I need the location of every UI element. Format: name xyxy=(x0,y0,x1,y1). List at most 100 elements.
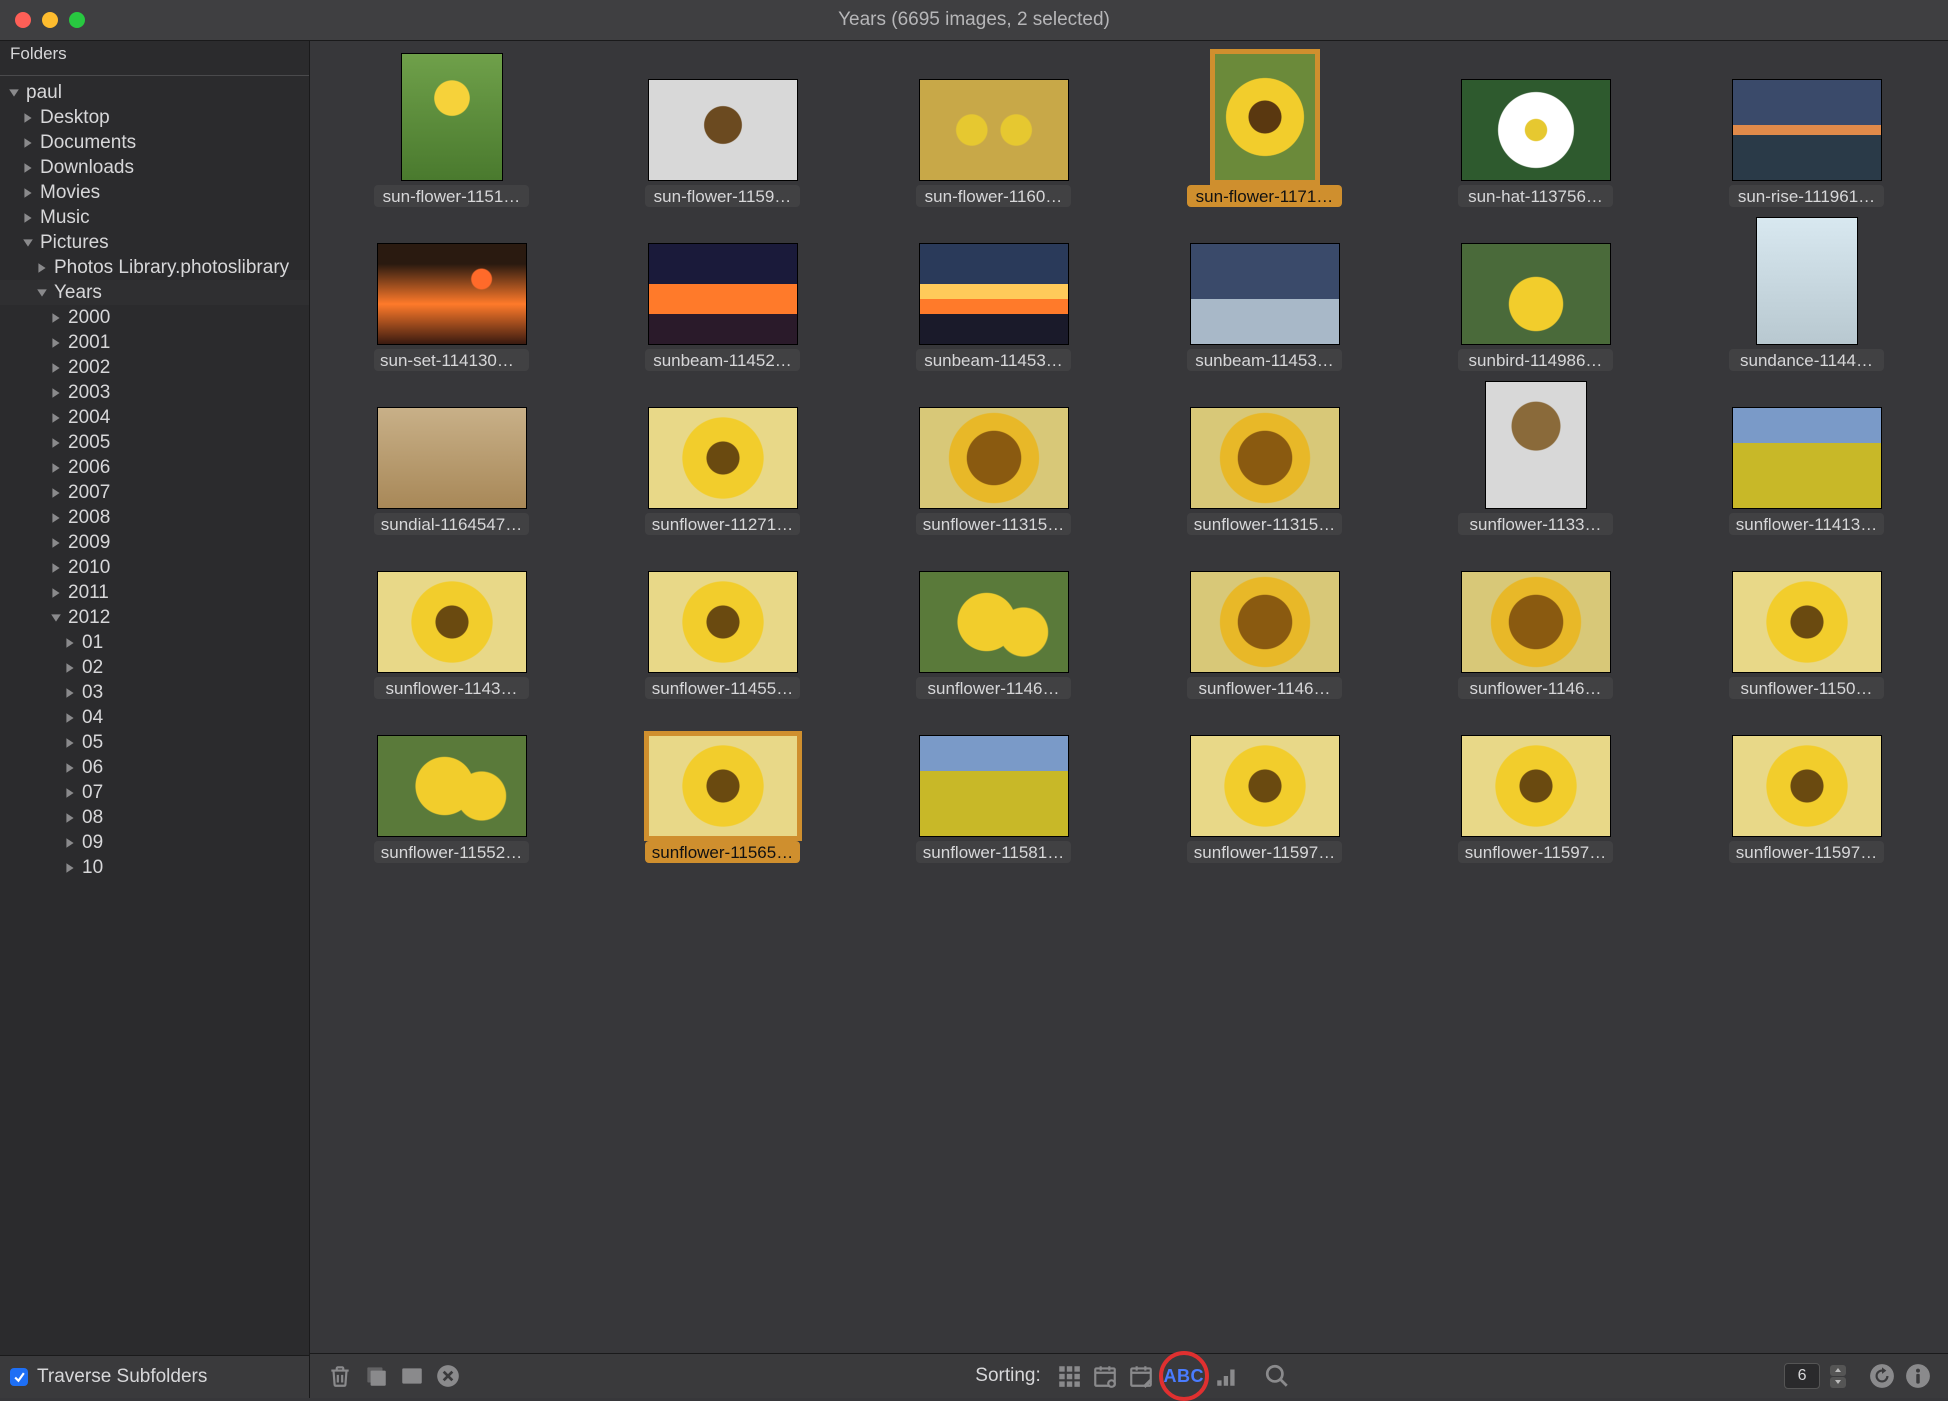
thumbnail-cell[interactable]: sunbeam-11453… xyxy=(1135,219,1394,371)
chevron-right-icon[interactable] xyxy=(50,487,62,499)
chevron-right-icon[interactable] xyxy=(50,412,62,424)
tree-item[interactable]: paul xyxy=(0,80,309,105)
thumbnail-cell[interactable]: sunflower-11455… xyxy=(593,547,852,699)
thumbnail-cell[interactable]: sun-flower-1159… xyxy=(593,55,852,207)
thumbnail-cell[interactable]: sundial-1164547… xyxy=(322,383,581,535)
tree-item[interactable]: 09 xyxy=(0,830,309,855)
chevron-right-icon[interactable] xyxy=(64,662,76,674)
chevron-right-icon[interactable] xyxy=(64,687,76,699)
chevron-down-icon[interactable] xyxy=(50,612,62,624)
chevron-right-icon[interactable] xyxy=(64,712,76,724)
sort-name-icon[interactable]: ABC xyxy=(1170,1362,1198,1390)
thumbnail-image[interactable] xyxy=(648,407,798,509)
refresh-icon[interactable] xyxy=(1868,1362,1896,1390)
tree-item[interactable]: 03 xyxy=(0,680,309,705)
sort-size-icon[interactable] xyxy=(1213,1362,1241,1390)
thumbnail-grid-scroll[interactable]: sun-flower-1151…sun-flower-1159…sun-flow… xyxy=(310,41,1948,1353)
info-icon[interactable] xyxy=(1904,1362,1932,1390)
thumbnail-cell[interactable]: sunflower-11315… xyxy=(1135,383,1394,535)
thumbnail-cell[interactable]: sun-rise-111961… xyxy=(1677,55,1936,207)
trash-icon[interactable] xyxy=(326,1362,354,1390)
sort-date-taken-icon[interactable] xyxy=(1091,1362,1119,1390)
thumbnail-image[interactable] xyxy=(1190,243,1340,345)
chevron-down-icon[interactable] xyxy=(36,287,48,299)
thumbnail-image[interactable] xyxy=(1190,407,1340,509)
thumbnail-image[interactable] xyxy=(648,571,798,673)
thumbnail-cell[interactable]: sun-flower-1151… xyxy=(322,55,581,207)
tree-item[interactable]: 2011 xyxy=(0,580,309,605)
thumbnail-cell[interactable]: sun-hat-113756… xyxy=(1406,55,1665,207)
thumbnail-cell[interactable]: sunflower-1146… xyxy=(1406,547,1665,699)
chevron-right-icon[interactable] xyxy=(50,512,62,524)
tree-item[interactable]: Pictures xyxy=(0,230,309,255)
thumbnail-image[interactable] xyxy=(377,407,527,509)
stack-icon[interactable] xyxy=(362,1362,390,1390)
thumbnail-image[interactable] xyxy=(1214,53,1316,181)
thumbnail-cell[interactable]: sunflower-11581… xyxy=(864,711,1123,863)
chevron-right-icon[interactable] xyxy=(36,262,48,274)
thumbnail-image[interactable] xyxy=(401,53,503,181)
chevron-right-icon[interactable] xyxy=(22,137,34,149)
chevron-right-icon[interactable] xyxy=(50,387,62,399)
thumbnail-image[interactable] xyxy=(1756,217,1858,345)
chevron-right-icon[interactable] xyxy=(64,737,76,749)
tree-item[interactable]: 2002 xyxy=(0,355,309,380)
sort-grid-icon[interactable] xyxy=(1055,1362,1083,1390)
zoom-window-button[interactable] xyxy=(69,12,85,28)
thumbnail-image[interactable] xyxy=(1732,407,1882,509)
chevron-right-icon[interactable] xyxy=(50,462,62,474)
thumbnail-image[interactable] xyxy=(377,571,527,673)
sort-date-modified-icon[interactable] xyxy=(1127,1362,1155,1390)
thumbnail-image[interactable] xyxy=(1732,571,1882,673)
fullscreen-icon[interactable] xyxy=(398,1362,426,1390)
chevron-right-icon[interactable] xyxy=(64,787,76,799)
tree-item[interactable]: 2009 xyxy=(0,530,309,555)
thumbnail-cell[interactable]: sunflower-11271… xyxy=(593,383,852,535)
thumbnail-cell[interactable]: sun-set-1141301… xyxy=(322,219,581,371)
folder-tree[interactable]: paulDesktopDocumentsDownloadsMoviesMusic… xyxy=(0,76,309,1355)
thumbnail-cell[interactable]: sunbeam-11452… xyxy=(593,219,852,371)
tree-item[interactable]: 05 xyxy=(0,730,309,755)
chevron-right-icon[interactable] xyxy=(22,187,34,199)
chevron-right-icon[interactable] xyxy=(50,437,62,449)
chevron-right-icon[interactable] xyxy=(64,812,76,824)
tree-item[interactable]: Desktop xyxy=(0,105,309,130)
chevron-right-icon[interactable] xyxy=(50,312,62,324)
thumbnail-image[interactable] xyxy=(919,79,1069,181)
thumbnail-cell[interactable]: sunflower-1150… xyxy=(1677,547,1936,699)
search-icon[interactable] xyxy=(1263,1362,1291,1390)
thumbnail-image[interactable] xyxy=(919,407,1069,509)
chevron-down-icon[interactable] xyxy=(8,87,20,99)
chevron-right-icon[interactable] xyxy=(22,162,34,174)
thumbnail-cell[interactable]: sunflower-1146… xyxy=(1135,547,1394,699)
thumbnail-image[interactable] xyxy=(1732,735,1882,837)
tree-item[interactable]: 2006 xyxy=(0,455,309,480)
thumbnail-cell[interactable]: sunflower-1133… xyxy=(1406,383,1665,535)
thumbnail-cell[interactable]: sunflower-11565… xyxy=(593,711,852,863)
thumbnail-cell[interactable]: sunflower-1146… xyxy=(864,547,1123,699)
tree-item[interactable]: Downloads xyxy=(0,155,309,180)
thumbnail-image[interactable] xyxy=(919,571,1069,673)
cancel-icon[interactable] xyxy=(434,1362,462,1390)
thumbnail-image[interactable] xyxy=(648,79,798,181)
thumbnail-image[interactable] xyxy=(1190,571,1340,673)
traverse-subfolders-checkbox[interactable] xyxy=(10,1368,28,1386)
thumbnail-image[interactable] xyxy=(1732,79,1882,181)
tree-item[interactable]: 10 xyxy=(0,855,309,880)
thumbnail-image[interactable] xyxy=(1190,735,1340,837)
chevron-right-icon[interactable] xyxy=(50,362,62,374)
tree-item[interactable]: Years xyxy=(0,280,309,305)
thumbnail-cell[interactable]: sunflower-1143… xyxy=(322,547,581,699)
tree-item[interactable]: Photos Library.photoslibrary xyxy=(0,255,309,280)
tree-item[interactable]: Movies xyxy=(0,180,309,205)
tree-item[interactable]: 07 xyxy=(0,780,309,805)
thumbnail-image[interactable] xyxy=(919,243,1069,345)
tree-item[interactable]: 2004 xyxy=(0,405,309,430)
thumbnail-cell[interactable]: sunflower-11552… xyxy=(322,711,581,863)
chevron-right-icon[interactable] xyxy=(22,212,34,224)
chevron-right-icon[interactable] xyxy=(50,562,62,574)
close-window-button[interactable] xyxy=(15,12,31,28)
tree-item[interactable]: 2005 xyxy=(0,430,309,455)
thumbnail-cell[interactable]: sunbird-114986… xyxy=(1406,219,1665,371)
thumbnail-image[interactable] xyxy=(919,735,1069,837)
